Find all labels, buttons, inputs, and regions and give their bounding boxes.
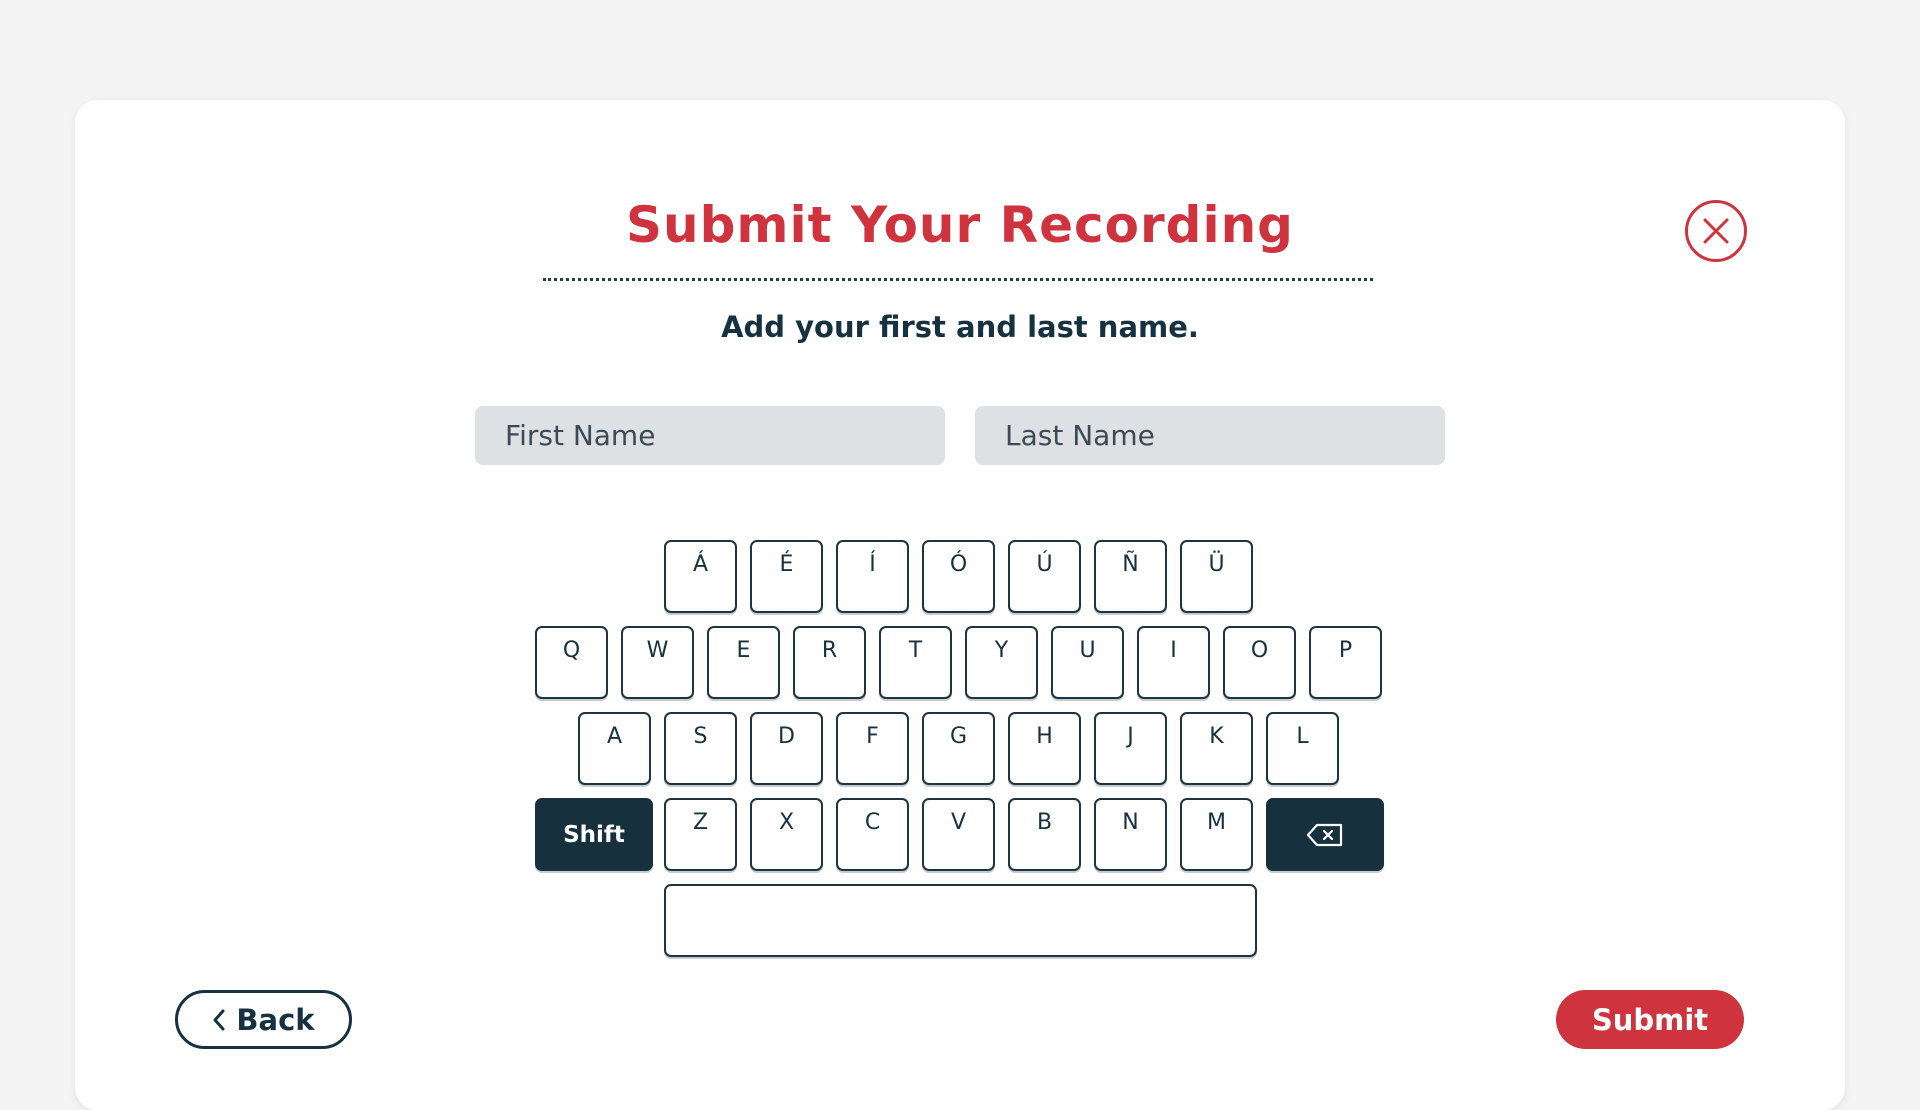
- submit-button[interactable]: Submit: [1556, 990, 1744, 1049]
- key-w[interactable]: W: [621, 626, 694, 699]
- key-t[interactable]: T: [879, 626, 952, 699]
- key-n-tilde[interactable]: Ñ: [1094, 540, 1167, 613]
- backspace-key[interactable]: [1266, 798, 1384, 871]
- key-h[interactable]: H: [1008, 712, 1081, 785]
- key-c[interactable]: C: [836, 798, 909, 871]
- dialog-subtitle: Add your first and last name.: [721, 310, 1199, 344]
- key-d[interactable]: D: [750, 712, 823, 785]
- key-i-acute[interactable]: Í: [836, 540, 909, 613]
- key-v[interactable]: V: [922, 798, 995, 871]
- key-a[interactable]: A: [578, 712, 651, 785]
- dialog-title: Submit Your Recording: [626, 196, 1294, 254]
- key-f[interactable]: F: [836, 712, 909, 785]
- key-z[interactable]: Z: [664, 798, 737, 871]
- close-button[interactable]: [1685, 200, 1747, 262]
- key-g[interactable]: G: [922, 712, 995, 785]
- chevron-left-icon: [213, 1009, 225, 1030]
- key-l[interactable]: L: [1266, 712, 1339, 785]
- key-u-diaeresis[interactable]: Ü: [1180, 540, 1253, 613]
- key-u-acute[interactable]: Ú: [1008, 540, 1081, 613]
- space-key[interactable]: [664, 884, 1257, 957]
- close-icon: [1703, 218, 1729, 244]
- key-p[interactable]: P: [1309, 626, 1382, 699]
- key-j[interactable]: J: [1094, 712, 1167, 785]
- key-e[interactable]: E: [707, 626, 780, 699]
- key-a-acute[interactable]: Á: [664, 540, 737, 613]
- key-k[interactable]: K: [1180, 712, 1253, 785]
- backspace-icon: [1306, 823, 1343, 846]
- shift-key[interactable]: Shift: [535, 798, 653, 871]
- key-o-acute[interactable]: Ó: [922, 540, 995, 613]
- key-i[interactable]: I: [1137, 626, 1210, 699]
- key-s[interactable]: S: [664, 712, 737, 785]
- back-button[interactable]: Back: [175, 990, 352, 1049]
- key-y[interactable]: Y: [965, 626, 1038, 699]
- back-button-label: Back: [236, 1002, 315, 1037]
- key-q[interactable]: Q: [535, 626, 608, 699]
- last-name-input[interactable]: [975, 406, 1445, 465]
- first-name-input[interactable]: [475, 406, 945, 465]
- key-m[interactable]: M: [1180, 798, 1253, 871]
- title-divider: [543, 278, 1373, 281]
- key-r[interactable]: R: [793, 626, 866, 699]
- key-e-acute[interactable]: É: [750, 540, 823, 613]
- key-b[interactable]: B: [1008, 798, 1081, 871]
- key-o[interactable]: O: [1223, 626, 1296, 699]
- key-x[interactable]: X: [750, 798, 823, 871]
- key-u[interactable]: U: [1051, 626, 1124, 699]
- key-n[interactable]: N: [1094, 798, 1167, 871]
